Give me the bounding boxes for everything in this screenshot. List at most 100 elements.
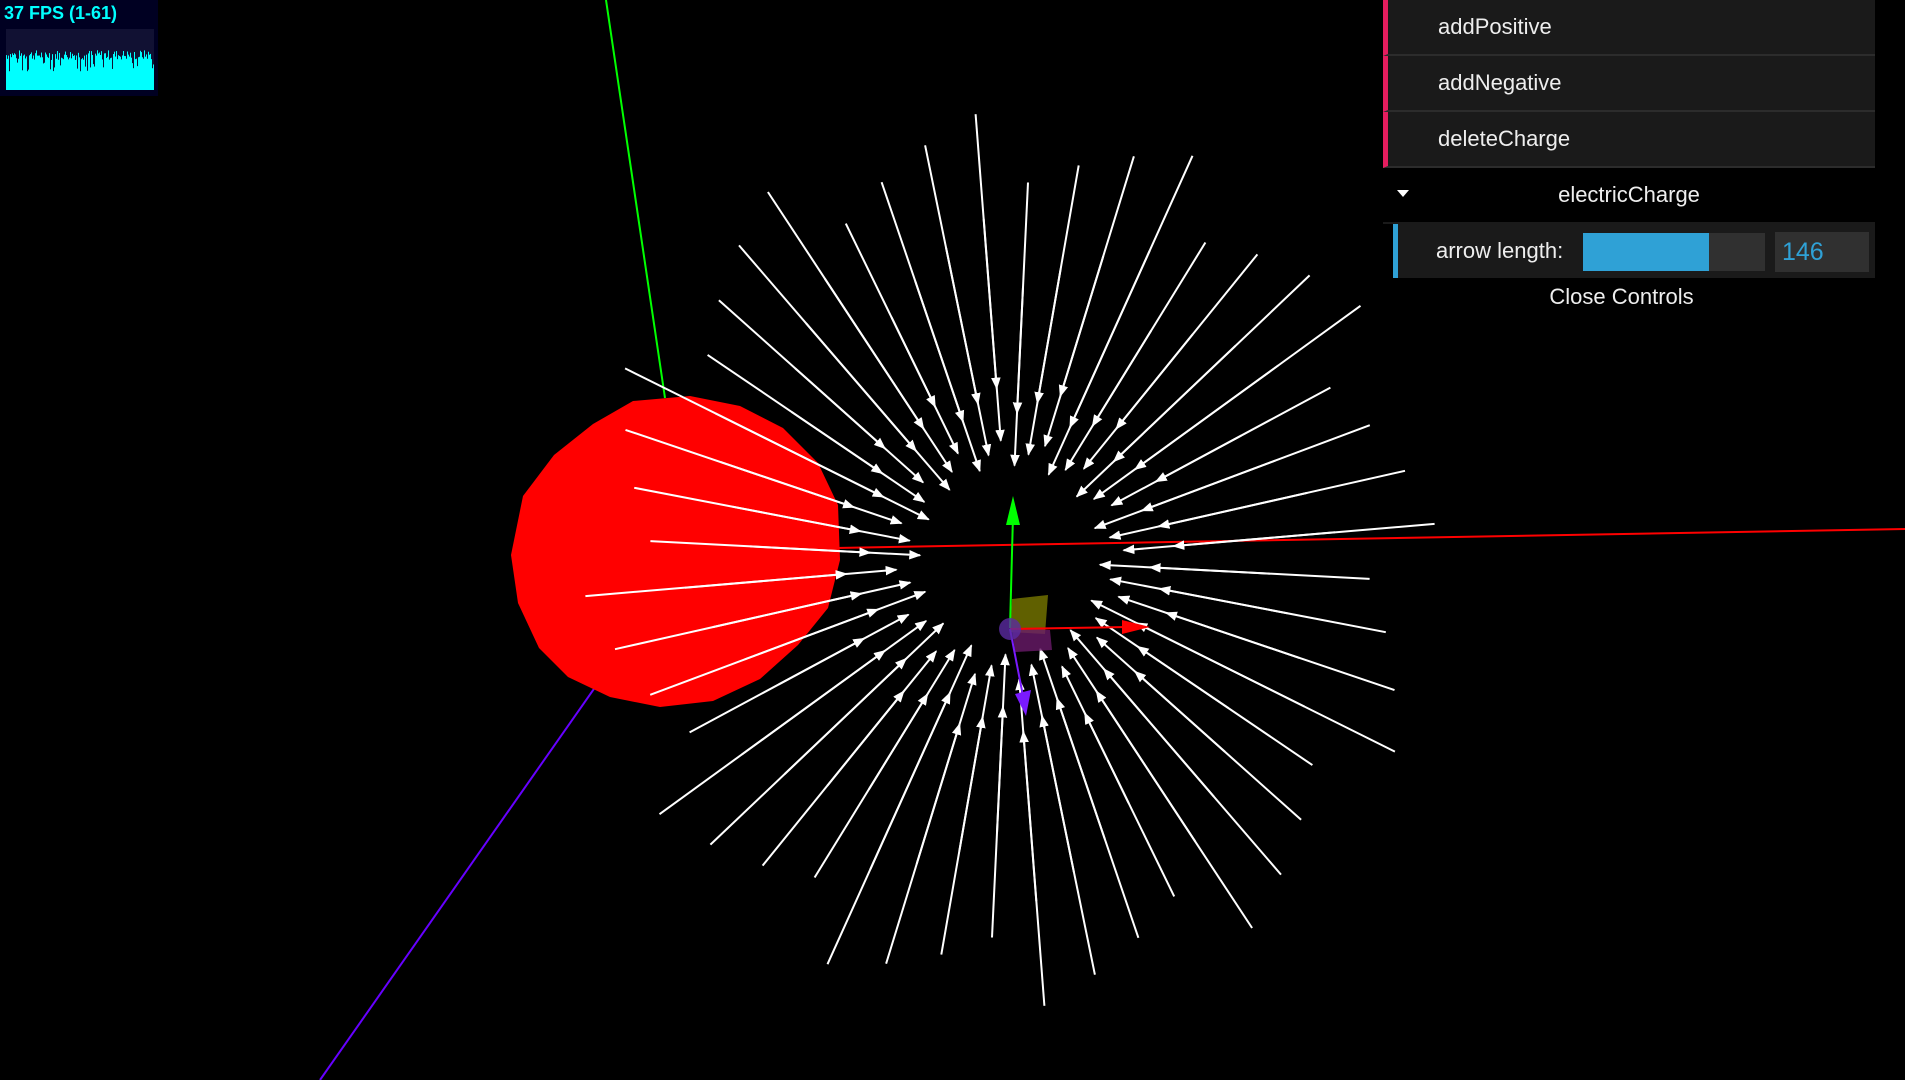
fps-bar xyxy=(30,53,31,90)
fps-bar xyxy=(145,56,146,90)
fps-bar xyxy=(76,55,77,90)
fps-bar xyxy=(15,54,16,90)
fps-bar xyxy=(149,54,150,90)
fps-bar xyxy=(120,56,121,90)
fps-bar xyxy=(45,52,46,90)
fps-bar xyxy=(21,53,22,90)
fps-bar xyxy=(64,54,65,90)
fps-bar xyxy=(84,55,85,90)
fps-bar xyxy=(134,51,135,90)
fps-bar xyxy=(41,52,42,90)
fps-bar xyxy=(58,59,59,90)
fps-bar xyxy=(59,52,60,90)
fps-bar xyxy=(114,51,115,90)
fps-bar xyxy=(123,50,124,90)
fps-label: 37 FPS (1-61) xyxy=(4,3,118,23)
fps-bar xyxy=(140,50,141,90)
fps-bar xyxy=(55,54,56,90)
add-positive-button[interactable]: addPositive xyxy=(1383,0,1875,56)
gizmo-z-arrowhead xyxy=(1015,690,1031,716)
fps-bar xyxy=(105,53,106,90)
arrow-length-slider[interactable] xyxy=(1583,233,1765,271)
fps-bar xyxy=(95,53,96,90)
world-axis-y xyxy=(605,0,666,399)
fps-bar xyxy=(77,68,78,90)
fps-bar xyxy=(28,69,29,90)
fps-bar xyxy=(74,55,75,90)
fps-bar xyxy=(36,50,37,90)
fps-bar xyxy=(151,59,152,90)
fps-bar xyxy=(88,53,89,90)
fps-bar xyxy=(141,52,142,90)
fps-bar xyxy=(152,68,153,90)
field-arrow xyxy=(1069,629,1215,798)
fps-meter[interactable]: 37 FPS (1-61) xyxy=(0,0,158,96)
field-arrow xyxy=(1092,364,1279,500)
fps-bar xyxy=(108,50,109,90)
folder-open-triangle-icon xyxy=(1397,190,1409,197)
fps-bar xyxy=(33,55,34,90)
fps-bar xyxy=(102,59,103,90)
fps-bar xyxy=(26,56,27,90)
fps-bar xyxy=(40,57,41,90)
field-arrow xyxy=(1093,459,1276,530)
fps-bar xyxy=(131,57,132,90)
field-arrow xyxy=(1098,560,1270,575)
add-negative-button[interactable]: addNegative xyxy=(1383,56,1875,112)
add-positive-label: addPositive xyxy=(1438,14,1552,39)
field-arrow xyxy=(914,280,981,473)
fps-bar xyxy=(46,54,47,90)
field-arrow xyxy=(1010,287,1024,467)
fps-bar xyxy=(148,51,149,90)
fps-bar xyxy=(43,63,44,90)
fps-bar xyxy=(100,54,101,90)
delete-charge-button[interactable]: deleteCharge xyxy=(1383,112,1875,168)
fps-bar xyxy=(12,53,13,90)
fps-bar xyxy=(51,59,52,90)
fps-bar xyxy=(91,51,92,90)
fps-bar xyxy=(7,58,8,90)
fps-bar xyxy=(44,62,45,90)
fps-bar xyxy=(126,58,127,90)
charge-sphere[interactable] xyxy=(511,396,840,707)
world-axis-x xyxy=(835,528,1905,549)
field-arrow xyxy=(1109,576,1288,615)
fps-bar xyxy=(153,64,154,90)
fps-bar xyxy=(103,67,104,90)
field-arrow xyxy=(1015,678,1038,902)
local-axes-gizmo[interactable] xyxy=(999,496,1150,716)
world-axis-z xyxy=(319,625,639,1080)
fps-bar xyxy=(13,55,14,90)
arrow-length-input[interactable] xyxy=(1775,232,1869,272)
fps-bar xyxy=(35,53,36,90)
fps-bar xyxy=(87,70,88,90)
fps-bar xyxy=(82,58,83,90)
fps-bar xyxy=(85,66,86,90)
fps-bar xyxy=(39,55,40,90)
field-arrow xyxy=(1028,663,1075,873)
field-arrow xyxy=(1039,647,1106,840)
gizmo-y-arrowhead xyxy=(1006,496,1020,525)
fps-bar xyxy=(37,55,38,90)
fps-bar xyxy=(104,53,105,90)
arrow-length-control: arrow length: xyxy=(1393,224,1875,278)
fps-bar xyxy=(119,55,120,90)
field-arrow xyxy=(996,653,1010,833)
fps-bar xyxy=(23,55,24,90)
field-arrow xyxy=(982,218,1005,442)
fps-bar xyxy=(61,57,62,90)
fps-bar xyxy=(60,65,61,90)
fps-bar xyxy=(72,53,73,90)
fps-bar xyxy=(89,50,90,90)
close-controls-button[interactable]: Close Controls xyxy=(1368,278,1875,316)
fps-bar xyxy=(121,59,122,90)
fps-bar xyxy=(106,57,107,90)
fps-bar xyxy=(139,56,140,90)
fps-bar xyxy=(47,56,48,90)
electric-charge-folder-toggle[interactable]: electricCharge xyxy=(1383,168,1875,224)
fps-bar xyxy=(17,62,18,90)
fps-bar xyxy=(86,54,87,90)
fps-graph xyxy=(6,29,154,90)
arrow-length-label: arrow length: xyxy=(1436,238,1564,263)
fps-bar xyxy=(50,69,51,90)
